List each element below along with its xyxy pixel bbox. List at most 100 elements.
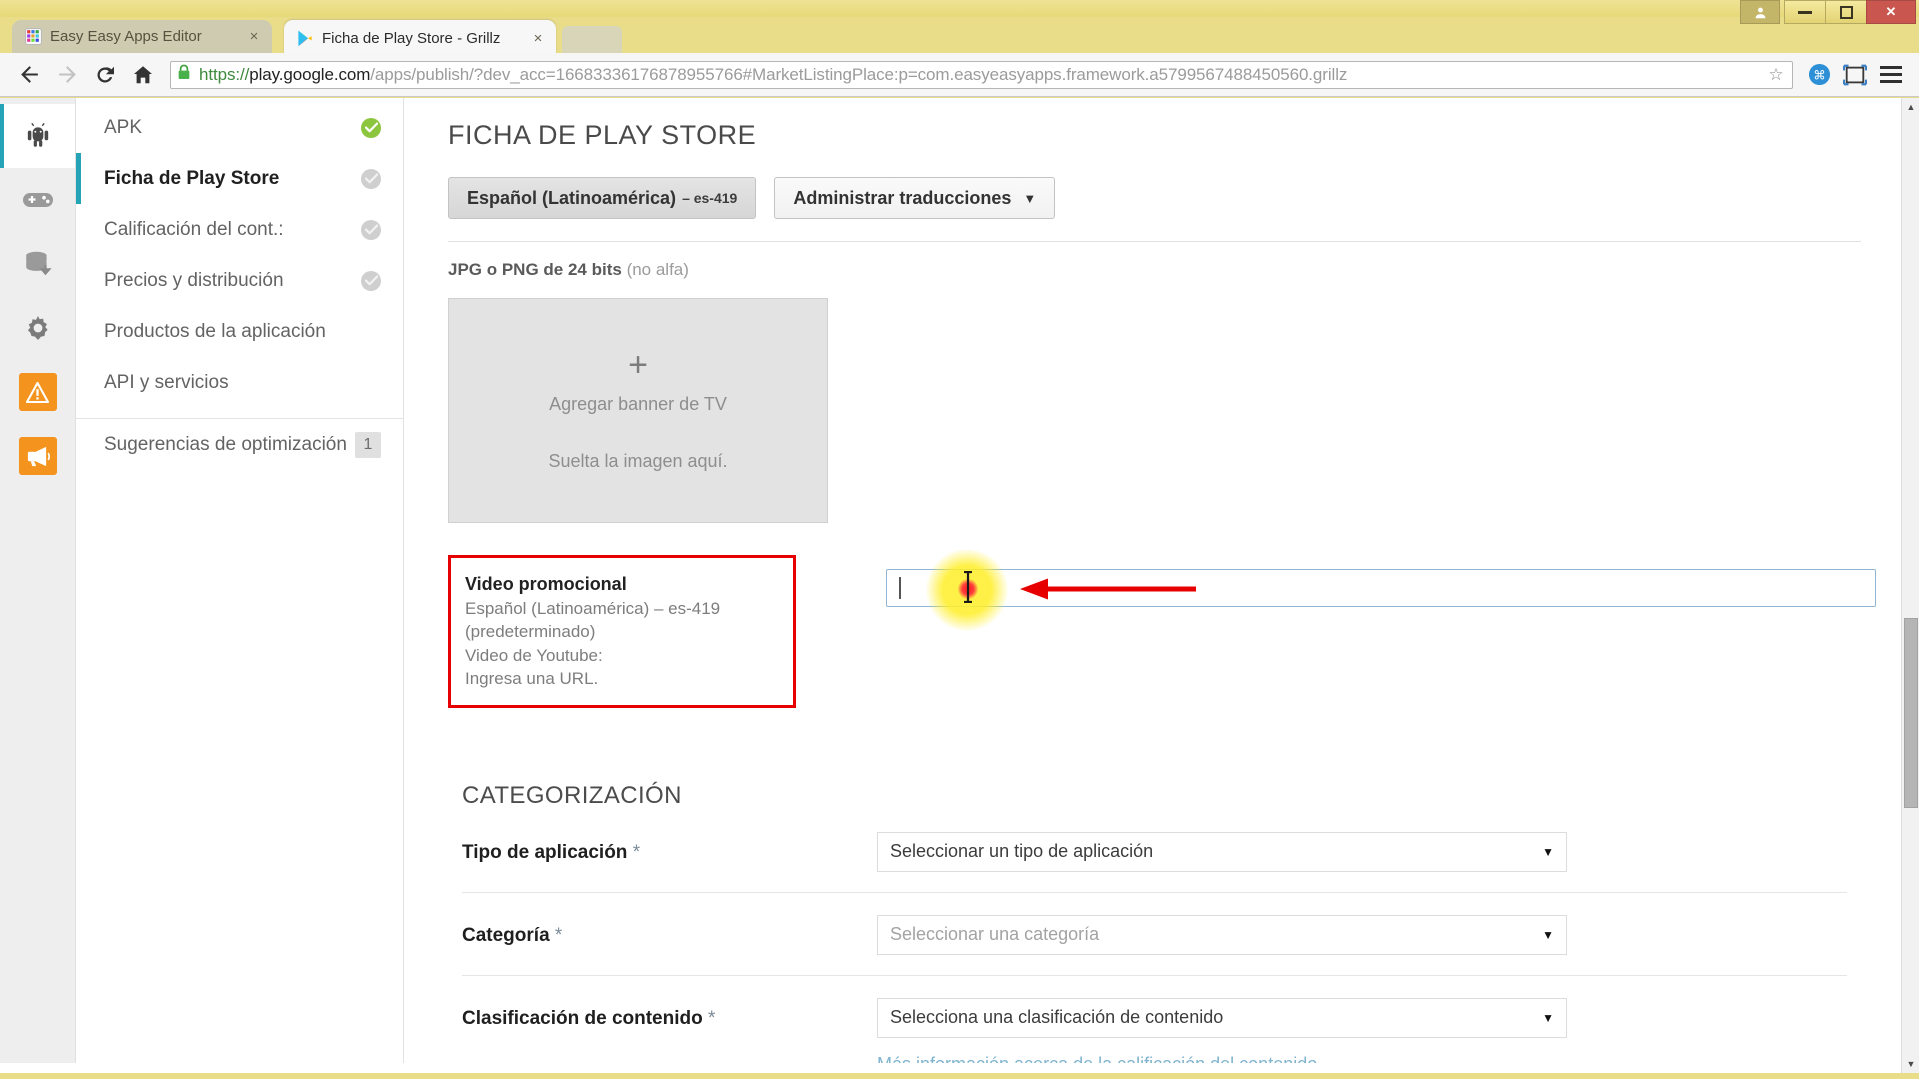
manage-translations-label: Administrar traducciones — [793, 188, 1011, 209]
back-arrow-icon — [17, 62, 42, 87]
field-row-tipo-de-aplicacion: Tipo de aplicación * Seleccionar un tipo… — [462, 810, 1847, 893]
content-rating-help-link[interactable]: Más información acerca de la calificació… — [877, 1054, 1317, 1063]
sidebar-item-label: Precios y distribución — [104, 270, 361, 292]
field-label-text: Categoría — [462, 925, 550, 946]
annotation-arrow-icon — [1018, 577, 1198, 601]
browser-window: ✕ Easy Easy Apps Editor × — [0, 0, 1919, 1079]
warning-icon — [26, 382, 49, 403]
required-asterisk: * — [633, 842, 640, 863]
rail-item-database[interactable] — [0, 232, 75, 296]
field-control: Selecciona una clasificación de contenid… — [877, 998, 1847, 1063]
sidebar-item-calificacion-del-contenido[interactable]: Calificación del cont.: — [76, 204, 403, 255]
chevron-down-icon: ▼ — [1542, 1011, 1554, 1025]
page-scrollbar[interactable]: ▲ ▼ — [1901, 98, 1919, 1073]
field-row-clasificacion-de-contenido: Clasificación de contenido * Selecciona … — [462, 976, 1847, 1063]
field-label: Clasificación de contenido * — [462, 998, 877, 1030]
reload-icon — [93, 63, 117, 87]
page-viewport: APK Ficha de Play Store Calificación del… — [0, 98, 1919, 1073]
field-control: Seleccionar un tipo de aplicación ▼ — [877, 832, 1847, 872]
scroll-up-arrow-icon[interactable]: ▲ — [1902, 98, 1919, 116]
status-check-icon — [361, 169, 381, 189]
scroll-region: JPG o PNG de 24 bits (no alfa) + Agregar… — [434, 242, 1875, 1063]
select-categoria[interactable]: Seleccionar una categoría ▼ — [877, 915, 1567, 955]
field-row-categoria: Categoría * Seleccionar una categoría ▼ — [462, 893, 1847, 976]
select-value: Seleccionar una categoría — [890, 924, 1542, 945]
sidebar-item-api-y-servicios[interactable]: API y servicios — [76, 357, 403, 408]
tab-strip: Easy Easy Apps Editor × Ficha de Play St… — [0, 17, 1919, 53]
language-toolbar: Español (Latinoamérica) – es-419 Adminis… — [434, 151, 1875, 219]
select-tipo-de-aplicacion[interactable]: Seleccionar un tipo de aplicación ▼ — [877, 832, 1567, 872]
sidebar-item-label: Calificación del cont.: — [104, 219, 361, 241]
select-value: Seleccionar un tipo de aplicación — [890, 841, 1542, 862]
sidebar-item-productos-de-la-aplicacion[interactable]: Productos de la aplicación — [76, 306, 403, 357]
app-grid-icon — [24, 28, 42, 46]
megaphone-badge — [19, 437, 57, 475]
categorization-title: CATEGORIZACIÓN — [462, 782, 1847, 810]
tab-close-icon[interactable]: × — [528, 30, 548, 47]
home-icon — [131, 63, 155, 87]
page-title: FICHA DE PLAY STORE — [434, 98, 1875, 151]
forward-arrow-icon — [55, 62, 80, 87]
android-icon — [23, 121, 53, 151]
megaphone-icon — [25, 445, 50, 468]
database-icon — [23, 249, 53, 279]
bookmark-star-icon[interactable]: ☆ — [1766, 65, 1786, 85]
chevron-down-icon: ▼ — [1023, 191, 1036, 206]
sidebar-item-label: Sugerencias de optimización — [104, 434, 355, 456]
status-check-icon — [361, 220, 381, 240]
sidebar-item-label: APK — [104, 117, 361, 139]
sidebar-item-precios-y-distribucion[interactable]: Precios y distribución — [76, 255, 403, 306]
new-tab-button[interactable] — [562, 26, 622, 53]
manage-translations-button[interactable]: Administrar traducciones ▼ — [774, 177, 1055, 219]
svg-text:⌘: ⌘ — [1813, 67, 1825, 82]
home-button[interactable] — [124, 56, 162, 94]
chevron-down-icon: ▼ — [1542, 928, 1554, 942]
extension-icon[interactable]: ⌘ — [1801, 57, 1837, 93]
plus-icon: + — [628, 350, 648, 380]
tv-banner-drop-label: Suelta la imagen aquí. — [548, 451, 727, 472]
tab-ficha-de-play-store[interactable]: Ficha de Play Store - Grillz × — [284, 20, 556, 56]
rail-item-android[interactable] — [0, 104, 75, 168]
warning-badge — [19, 373, 57, 411]
forward-button[interactable] — [48, 56, 86, 94]
reload-button[interactable] — [86, 56, 124, 94]
rail-item-games[interactable] — [0, 168, 75, 232]
field-label-text: Tipo de aplicación — [462, 842, 627, 863]
minimize-icon — [1798, 11, 1812, 14]
promo-video-line-3: Video de Youtube: — [465, 644, 777, 667]
select-value: Selecciona una clasificación de contenid… — [890, 1007, 1542, 1028]
cast-icon[interactable] — [1837, 57, 1873, 93]
icon-rail — [0, 98, 76, 1063]
select-clasificacion-de-contenido[interactable]: Selecciona una clasificación de contenid… — [877, 998, 1567, 1038]
scroll-down-arrow-icon[interactable]: ▼ — [1902, 1055, 1919, 1073]
chrome-menu-icon[interactable] — [1873, 57, 1909, 93]
promo-video-row: Video promocional Español (Latinoamérica… — [448, 555, 1861, 708]
sidebar-item-ficha-de-play-store[interactable]: Ficha de Play Store — [76, 153, 403, 204]
address-bar[interactable]: https://play.google.com/apps/publish/?de… — [170, 61, 1793, 89]
tab-close-icon[interactable]: × — [244, 28, 264, 45]
rail-item-settings[interactable] — [0, 296, 75, 360]
sidebar-item-label: Ficha de Play Store — [104, 168, 361, 190]
tv-banner-dropzone[interactable]: + Agregar banner de TV Suelta la imagen … — [448, 298, 828, 523]
scrollbar-thumb[interactable] — [1904, 618, 1918, 808]
text-cursor-icon — [962, 571, 974, 603]
rail-item-alerts[interactable] — [0, 360, 75, 424]
status-check-icon — [361, 118, 381, 138]
language-button-code: – es-419 — [682, 190, 737, 206]
sidebar-item-label: API y servicios — [104, 372, 381, 394]
image-format-text: JPG o PNG de 24 bits — [448, 260, 622, 279]
tab-easy-easy-apps-editor[interactable]: Easy Easy Apps Editor × — [12, 20, 272, 53]
lock-icon — [177, 64, 193, 85]
categorization-section: CATEGORIZACIÓN Tipo de aplicación * Sele… — [448, 782, 1861, 1063]
back-button[interactable] — [10, 56, 48, 94]
chevron-down-icon: ▼ — [1542, 845, 1554, 859]
rail-item-announcements[interactable] — [0, 424, 75, 488]
promo-video-line-2: (predeterminado) — [465, 620, 777, 643]
sidebar-item-apk[interactable]: APK — [76, 102, 403, 153]
title-bar — [0, 0, 1919, 17]
language-button[interactable]: Español (Latinoamérica) – es-419 — [448, 177, 756, 219]
promo-video-line-4: Ingresa una URL. — [465, 667, 777, 690]
sidebar-item-label: Productos de la aplicación — [104, 321, 381, 343]
sidebar-item-sugerencias-de-optimizacion[interactable]: Sugerencias de optimización 1 — [76, 419, 403, 470]
required-asterisk: * — [555, 925, 562, 946]
